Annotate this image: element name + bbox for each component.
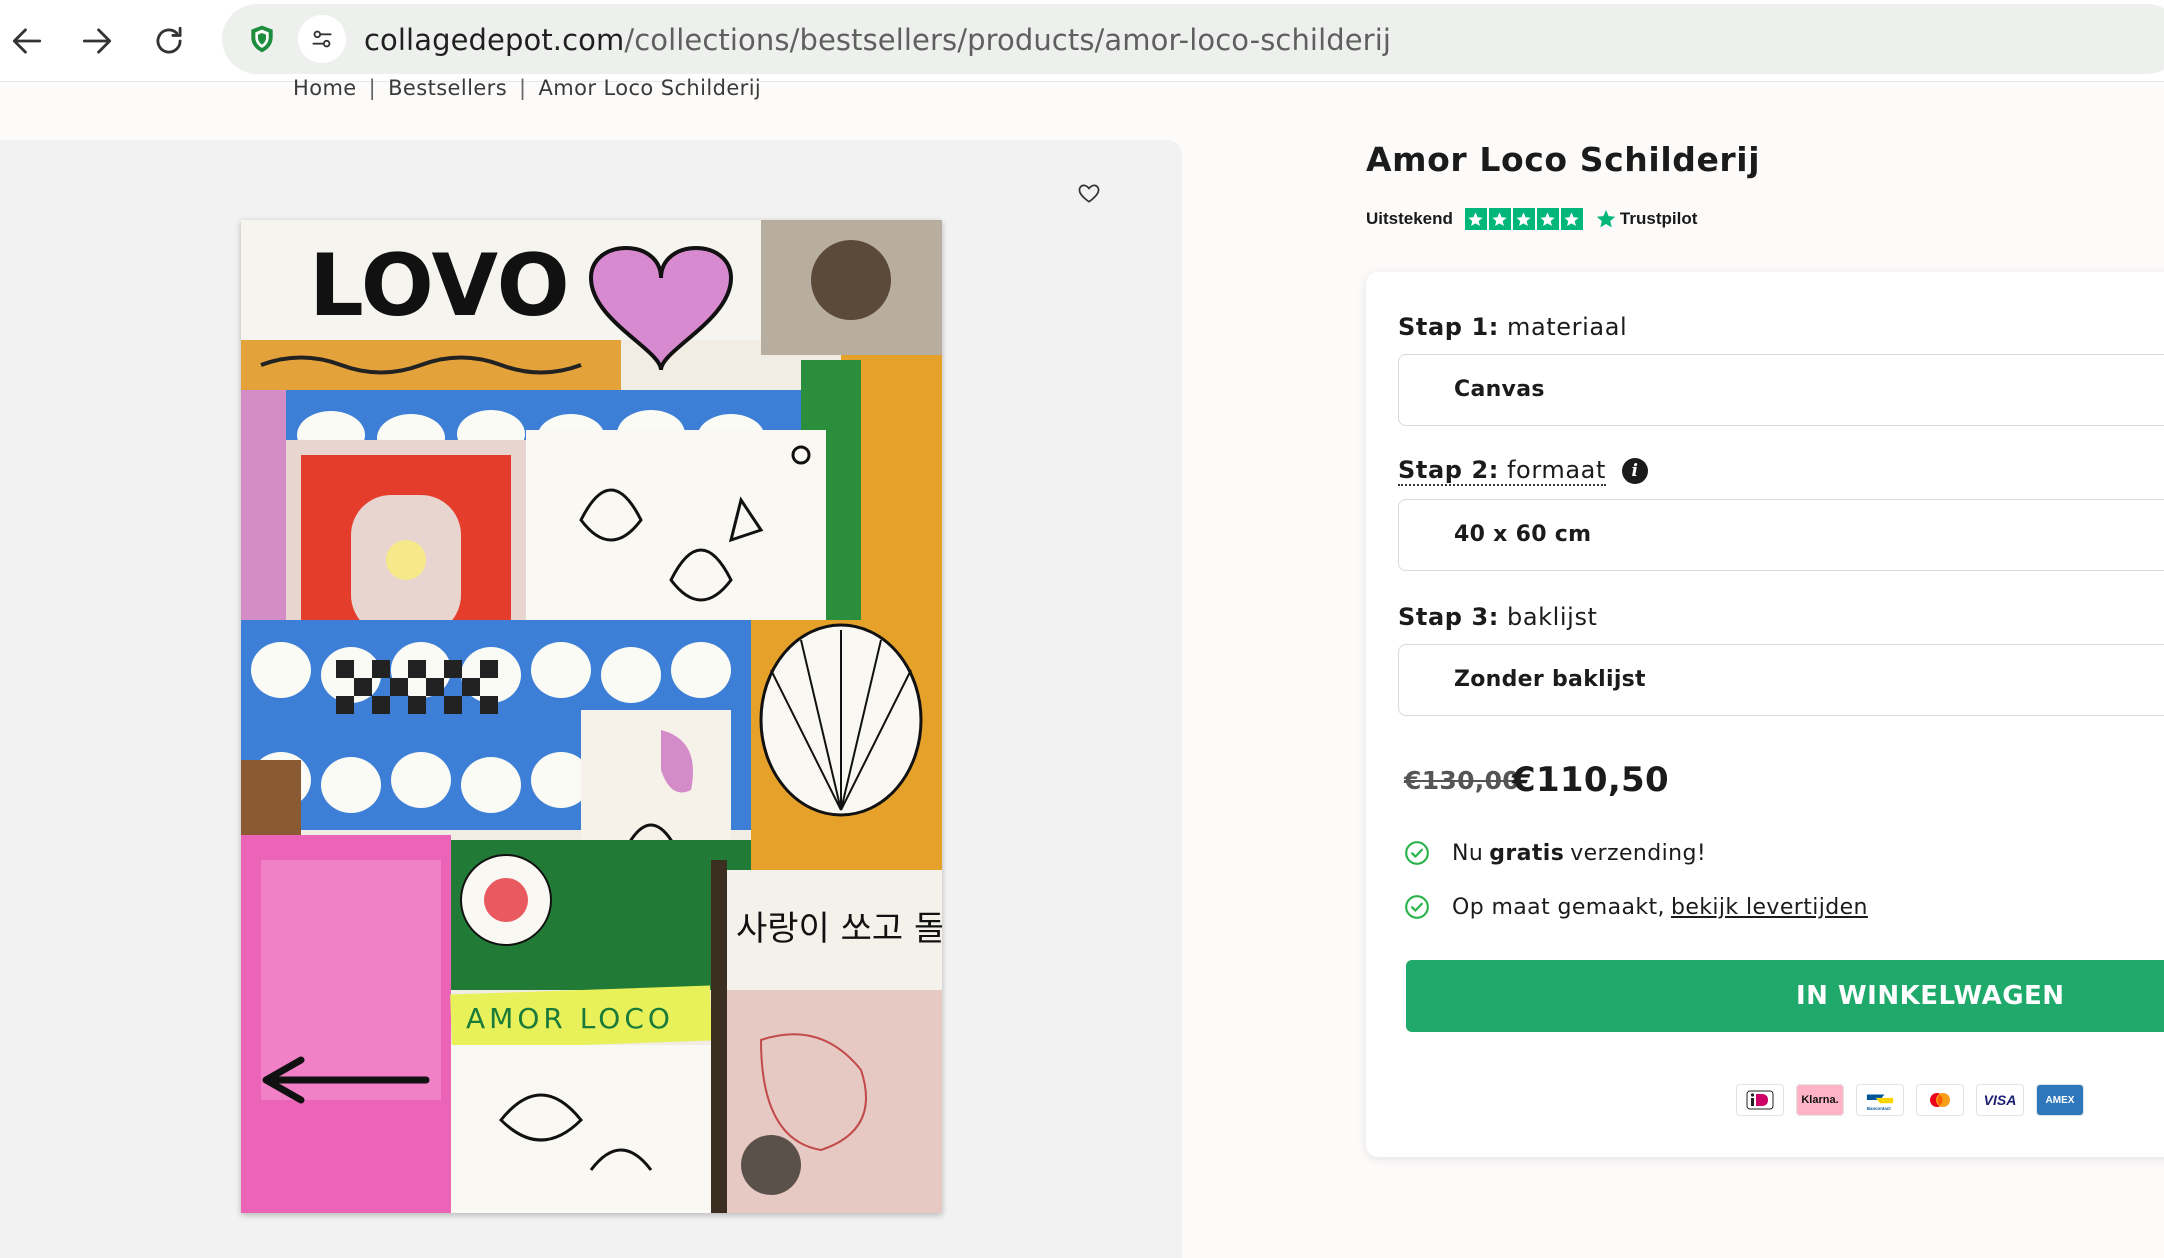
product-image[interactable]: LOVO 사랑이 쏘고 돌 AMOR LOCO [241,220,942,1213]
rating-text: Uitstekend [1366,209,1453,228]
step3-prefix: Stap 3: [1398,603,1499,631]
bancontact-icon: Bancontact [1856,1084,1904,1116]
trustpilot-logo: Trustpilot [1595,208,1697,230]
product-config-card: Stap 1: materiaal Canvas Stap 2: formaat i… [1366,272,2164,1157]
usp-made-to-order: Op maat gemaakt, bekijk levertijden [1404,894,1868,920]
breadcrumb-separator: | [519,76,527,100]
payment-methods: Klarna. Bancontact VISA AMEX [1736,1084,2084,1116]
address-bar[interactable]: collagedepot.com/collections/bestsellers… [222,4,2164,74]
klarna-icon: Klarna. [1796,1084,1844,1116]
step1-label: Stap 1: materiaal [1398,313,1627,341]
amex-icon: AMEX [2036,1084,2084,1116]
browser-toolbar: collagedepot.com/collections/bestsellers… [0,0,2164,82]
breadcrumb-current: Amor Loco Schilderij [538,76,762,100]
step3-label: Stap 3: baklijst [1398,603,1598,631]
breadcrumb: Home | Bestsellers | Amor Loco Schilderij [293,76,761,100]
mastercard-icon [1916,1084,1964,1116]
check-circle-icon [1405,895,1429,919]
url-text[interactable]: collagedepot.com/collections/bestsellers… [364,23,1391,57]
painting-lovo-text: LOVO [309,236,570,336]
usp1-bold: gratis [1489,840,1565,866]
painting-collage: LOVO 사랑이 쏘고 돌 AMOR LOCO [241,220,942,1213]
star-icon [1512,208,1535,230]
size-select[interactable]: 40 x 60 cm [1398,499,2164,571]
ideal-icon [1736,1084,1784,1116]
painting-amor-loco-text: AMOR LOCO [466,1002,674,1035]
site-settings-icon[interactable] [298,15,346,63]
delivery-times-link[interactable]: bekijk levertijden [1671,895,1868,920]
usp-free-shipping: Nu gratis verzending! [1404,840,1706,866]
step1-prefix: Stap 1: [1398,313,1499,341]
trustpilot-rating[interactable]: Uitstekend Trustpilot [1366,204,1697,234]
step1-title: materiaal [1507,313,1628,341]
back-arrow-icon[interactable] [0,14,54,68]
reload-icon[interactable] [142,14,196,68]
usp2-before: Op maat gemaakt, [1452,894,1665,920]
frame-select[interactable]: Zonder baklijst [1398,644,2164,716]
info-icon[interactable]: i [1621,458,1648,484]
material-select[interactable]: Canvas [1398,354,2164,426]
forward-arrow-icon[interactable] [70,14,124,68]
klarna-label: Klarna. [1801,1094,1839,1106]
star-icon [1536,208,1559,230]
step2-label: Stap 2: formaat i [1398,456,1648,486]
step2-title: formaat [1507,456,1606,484]
step2-title-wrap[interactable]: Stap 2: formaat [1398,456,1606,486]
frame-value: Zonder baklijst [1454,667,1646,692]
svg-text:Bancontact: Bancontact [1867,1106,1891,1111]
sale-price: €110,50 [1512,760,1669,800]
trustpilot-label: Trustpilot [1619,209,1698,228]
star-icon [1464,208,1487,230]
visa-icon: VISA [1976,1084,2024,1116]
visa-label: VISA [1983,1092,2017,1108]
star-icon [1560,208,1583,230]
add-to-cart-button[interactable]: IN WINKELWAGEN [1406,960,2164,1032]
check-circle-icon [1405,841,1429,865]
old-price: €130,00 [1404,766,1520,795]
step3-title: baklijst [1507,603,1598,631]
star-icon [1488,208,1511,230]
rating-stars [1464,208,1583,230]
trustpilot-star-icon [1596,209,1616,228]
shield-icon[interactable] [238,15,286,63]
breadcrumb-separator: | [368,76,377,100]
breadcrumb-bestsellers[interactable]: Bestsellers [388,76,507,100]
amex-label: AMEX [2045,1094,2075,1106]
usp1-after: verzending! [1570,840,1707,866]
product-title: Amor Loco Schilderij [1366,140,1761,179]
breadcrumb-home[interactable]: Home [293,76,357,100]
step2-prefix: Stap 2: [1398,456,1499,484]
heart-outline-icon[interactable] [1072,176,1106,210]
size-value: 40 x 60 cm [1454,522,1592,547]
material-value: Canvas [1454,377,1545,402]
painting-korean-text: 사랑이 쏘고 돌있다 [736,909,942,949]
usp1-before: Nu [1452,840,1484,866]
